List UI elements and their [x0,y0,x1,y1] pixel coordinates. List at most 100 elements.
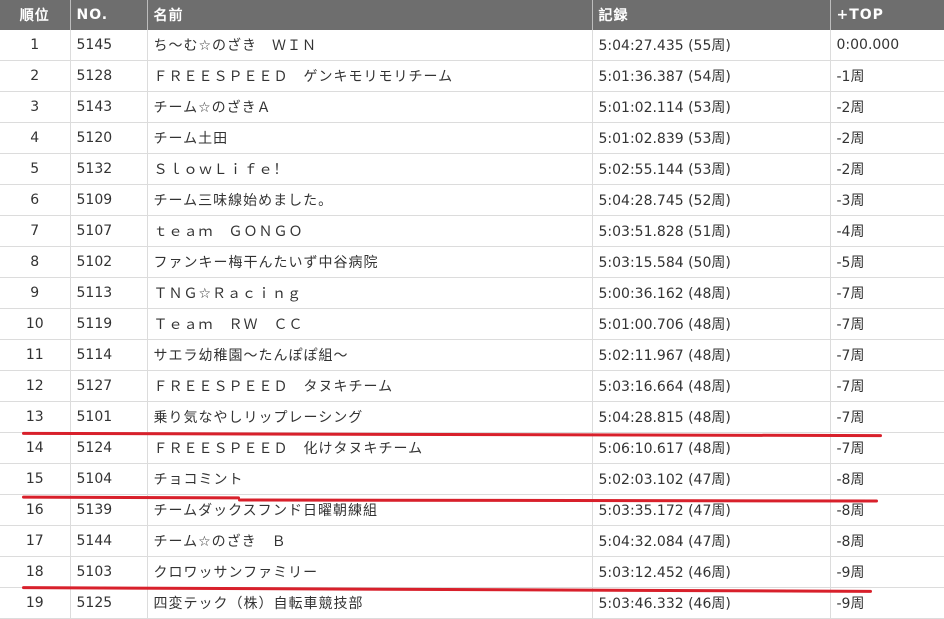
results-table-body: 1 5145 ち～む☆のざき ＷＩＮ 5:04:27.435 (55周) 0:00.00… [0,30,944,619]
number-cell: 5127 [70,370,148,402]
number-cell: 5120 [70,122,148,154]
number-cell: 5124 [70,432,148,464]
team-name-cell: ち～む☆のざき ＷＩＮ [147,30,593,61]
number-cell: 5139 [70,494,148,526]
record-cell: 5:01:02.839 (53周) [592,122,831,154]
record-cell: 5:03:16.664 (48周) [592,370,831,402]
rank-cell: 19 [0,587,71,619]
rank-cell: 4 [0,122,71,154]
rank-cell: 7 [0,215,71,247]
table-row: 6 5109 チーム三味線始めました。 5:04:28.745 (52周) -3周 [0,184,944,216]
number-cell: 5103 [70,556,148,588]
header-no[interactable]: NO. [70,0,148,30]
gap-to-top-cell: -1周 [830,60,944,92]
number-cell: 5102 [70,246,148,278]
table-row: 3 5143 チーム☆のざきＡ 5:01:02.114 (53周) -2周 [0,91,944,123]
gap-to-top-cell: -8周 [830,525,944,557]
record-cell: 5:04:28.815 (48周) [592,401,831,433]
header-rank[interactable]: 順位 [0,0,71,30]
number-cell: 5128 [70,60,148,92]
rank-cell: 17 [0,525,71,557]
table-row: 4 5120 チーム土田 5:01:02.839 (53周) -2周 [0,122,944,154]
number-cell: 5114 [70,339,148,371]
results-table: 順位 NO. 名前 記録 +TOP 1 5145 ち～む☆のざき ＷＩＮ 5:04:2… [0,0,944,619]
table-row: 11 5114 サエラ幼稚園～たんぽぽ組～ 5:02:11.967 (48周) -7周 [0,339,944,371]
gap-to-top-cell: -7周 [830,401,944,433]
table-row: 8 5102 ファンキー梅干んたいず中谷病院 5:03:15.584 (50周) -5周 [0,246,944,278]
team-name-cell: ファンキー梅干んたいず中谷病院 [147,246,593,278]
table-row: 9 5113 ＴＮＧ☆Ｒａｃｉｎｇ 5:00:36.162 (48周) -7周 [0,277,944,309]
team-name-cell: ｔｅａｍ ＧＯＮＧＯ [147,215,593,247]
number-cell: 5145 [70,30,148,61]
record-cell: 5:01:00.706 (48周) [592,308,831,340]
table-row: 17 5144 チーム☆のざき Ｂ 5:04:32.084 (47周) -8周 [0,525,944,557]
record-cell: 5:01:02.114 (53周) [592,91,831,123]
gap-to-top-cell: -7周 [830,277,944,309]
team-name-cell: チーム☆のざき Ｂ [147,525,593,557]
gap-to-top-cell: -5周 [830,246,944,278]
table-row: 5 5132 ＳｌｏｗＬｉｆｅ！ 5:02:55.144 (53周) -2周 [0,153,944,185]
rank-cell: 13 [0,401,71,433]
record-cell: 5:04:28.745 (52周) [592,184,831,216]
number-cell: 5119 [70,308,148,340]
rank-cell: 11 [0,339,71,371]
rank-cell: 16 [0,494,71,526]
gap-to-top-cell: 0:00.000 [830,30,944,61]
team-name-cell: ＦＲＥＥＳＰＥＥＤ 化けタヌキチーム [147,432,593,464]
number-cell: 5109 [70,184,148,216]
rank-cell: 1 [0,30,71,61]
table-row: 7 5107 ｔｅａｍ ＧＯＮＧＯ 5:03:51.828 (51周) -4周 [0,215,944,247]
record-cell: 5:06:10.617 (48周) [592,432,831,464]
header-record[interactable]: 記録 [592,0,831,30]
rank-cell: 14 [0,432,71,464]
number-cell: 5132 [70,153,148,185]
gap-to-top-cell: -7周 [830,339,944,371]
table-row: 14 5124 ＦＲＥＥＳＰＥＥＤ 化けタヌキチーム 5:06:10.617 (48周… [0,432,944,464]
table-row: 18 5103 クロワッサンファミリー 5:03:12.452 (46周) -9周 [0,556,944,588]
number-cell: 5107 [70,215,148,247]
record-cell: 5:01:36.387 (54周) [592,60,831,92]
header-row: 順位 NO. 名前 記録 +TOP [0,0,944,30]
results-table-header: 順位 NO. 名前 記録 +TOP [0,0,944,30]
header-top[interactable]: +TOP [830,0,944,30]
rank-cell: 8 [0,246,71,278]
record-cell: 5:02:55.144 (53周) [592,153,831,185]
table-row: 2 5128 ＦＲＥＥＳＰＥＥＤ ゲンキモリモリチーム 5:01:36.387 (54… [0,60,944,92]
header-name[interactable]: 名前 [147,0,593,30]
record-cell: 5:03:12.452 (46周) [592,556,831,588]
number-cell: 5104 [70,463,148,495]
gap-to-top-cell: -7周 [830,308,944,340]
number-cell: 5101 [70,401,148,433]
gap-to-top-cell: -2周 [830,91,944,123]
record-cell: 5:02:03.102 (47周) [592,463,831,495]
gap-to-top-cell: -2周 [830,153,944,185]
team-name-cell: ＳｌｏｗＬｉｆｅ！ [147,153,593,185]
rank-cell: 2 [0,60,71,92]
table-row: 15 5104 チョコミント 5:02:03.102 (47周) -8周 [0,463,944,495]
team-name-cell: チーム三味線始めました。 [147,184,593,216]
rank-cell: 5 [0,153,71,185]
rank-cell: 9 [0,277,71,309]
gap-to-top-cell: -8周 [830,463,944,495]
number-cell: 5125 [70,587,148,619]
table-row: 12 5127 ＦＲＥＥＳＰＥＥＤ タヌキチーム 5:03:16.664 (48周) -… [0,370,944,402]
team-name-cell: 四変テック（株）自転車競技部 [147,587,593,619]
team-name-cell: ＦＲＥＥＳＰＥＥＤ ゲンキモリモリチーム [147,60,593,92]
number-cell: 5144 [70,525,148,557]
rank-cell: 3 [0,91,71,123]
table-row: 10 5119 Ｔｅａｍ ＲＷ ＣＣ 5:01:00.706 (48周) -7周 [0,308,944,340]
gap-to-top-cell: -7周 [830,370,944,402]
team-name-cell: 乗り気なやしリップレーシング [147,401,593,433]
team-name-cell: サエラ幼稚園～たんぽぽ組～ [147,339,593,371]
gap-to-top-cell: -2周 [830,122,944,154]
record-cell: 5:00:36.162 (48周) [592,277,831,309]
gap-to-top-cell: -7周 [830,432,944,464]
record-cell: 5:03:15.584 (50周) [592,246,831,278]
record-cell: 5:04:32.084 (47周) [592,525,831,557]
team-name-cell: チーム☆のざきＡ [147,91,593,123]
record-cell: 5:02:11.967 (48周) [592,339,831,371]
rank-cell: 15 [0,463,71,495]
rank-cell: 6 [0,184,71,216]
rank-cell: 18 [0,556,71,588]
record-cell: 5:04:27.435 (55周) [592,30,831,61]
